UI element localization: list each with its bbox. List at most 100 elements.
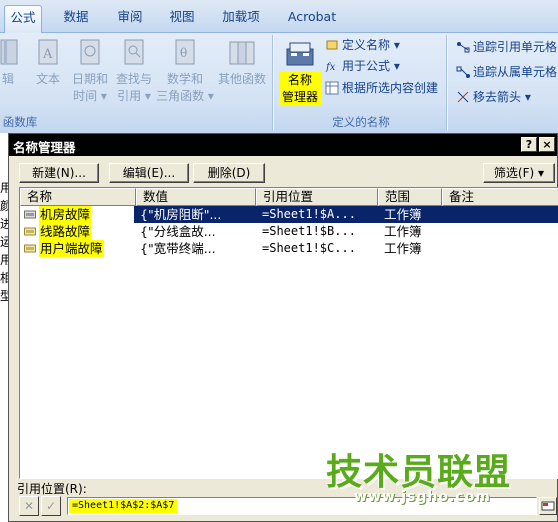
filter-button[interactable]: 筛选(F) ▾ — [483, 163, 555, 183]
remove-arrows-icon — [457, 91, 469, 103]
scope-cell: 工作簿 — [384, 241, 422, 256]
watermark-logo-text: 技术员联盟 — [326, 452, 512, 493]
tab-addins[interactable]: 加载项 — [214, 5, 268, 33]
refers-to-cell: =Sheet1!$B... — [262, 224, 356, 238]
function-library-group-label: 函数库 — [2, 115, 38, 129]
group-separator — [446, 35, 447, 131]
value-cell: {"宽带终端... — [140, 241, 216, 256]
watermark-url: www.jsgho.com — [354, 489, 491, 505]
column-header-comment[interactable]: 备注 — [442, 188, 558, 206]
datetime-functions-button[interactable]: 日期和 时间 ▾ — [66, 37, 114, 111]
svg-text:θ: θ — [180, 46, 187, 60]
math-book-icon: θ — [175, 39, 195, 65]
tab-review[interactable]: 审阅 — [110, 5, 150, 33]
datetime-label-1: 日期和 — [71, 72, 108, 86]
name-cell: 用户端故障 — [39, 240, 104, 257]
filter-label: 筛选(F) — [493, 166, 535, 180]
lookup-label-1: 查找与 — [115, 72, 152, 86]
trace-precedents-icon — [457, 42, 470, 53]
dialog-title: 名称管理器 — [13, 140, 76, 155]
commit-edit-button[interactable]: ✓ — [41, 496, 61, 516]
trace-precedents-button[interactable]: 追踪引用单元格 — [456, 37, 557, 57]
name-tag-icon — [24, 210, 36, 219]
trace-dependents-icon — [456, 66, 470, 78]
defined-names-group-label: 定义的名称 — [332, 115, 390, 129]
lookup-label-2: 引用 ▾ — [117, 89, 151, 103]
table-row[interactable]: 机房故障 {"机房阻断"... =Sheet1!$A... 工作簿 — [20, 206, 558, 223]
scope-cell: 工作簿 — [384, 224, 422, 239]
tab-view[interactable]: 视图 — [162, 5, 202, 33]
refers-to-cell: =Sheet1!$C... — [262, 241, 356, 255]
table-row[interactable]: 线路故障 {"分线盒故... =Sheet1!$B... 工作簿 — [20, 223, 558, 240]
help-button[interactable]: ? — [521, 137, 537, 152]
more-functions-label: 其他函数 — [217, 72, 266, 86]
comment-cell — [448, 223, 556, 240]
define-name-button[interactable]: 定义名称 ▾ — [325, 35, 400, 55]
remove-arrows-label: 移去箭头 — [473, 90, 522, 104]
lookup-functions-button[interactable]: 查找与 引用 ▾ — [110, 37, 158, 111]
value-cell: {"分线盒故... — [140, 224, 216, 239]
name-manager-label-1: 名称 — [287, 73, 312, 87]
name-manager-icon — [286, 42, 314, 66]
value-cell: {"机房阻断"... — [140, 207, 222, 222]
refers-to-value: =Sheet1!$A$2:$A$7 — [69, 499, 178, 513]
scope-cell: 工作簿 — [384, 207, 422, 222]
text-functions-button[interactable]: A 文本 — [26, 37, 70, 111]
more-functions-button[interactable]: 其他函数 — [214, 37, 270, 111]
column-header-scope[interactable]: 范围 — [378, 188, 442, 206]
refers-to-label: 引用位置(R): — [17, 482, 87, 496]
create-from-selection-button[interactable]: 根据所选内容创建 — [325, 78, 438, 98]
ribbon-panel: 辑 A 文本 日期和 时间 ▾ 查找与 引用 ▾ θ 数学和 三角函数 ▾ 其他… — [0, 33, 558, 133]
column-header-name[interactable]: 名称 — [20, 188, 136, 206]
logical-book-icon — [0, 39, 18, 65]
datetime-book-icon — [80, 39, 100, 65]
math-label-1: 数学和 — [166, 72, 203, 86]
name-cell: 线路故障 — [39, 223, 92, 240]
trace-dependents-button[interactable]: 追踪从属单元格 — [456, 62, 557, 82]
trace-precedents-label: 追踪引用单元格 — [473, 40, 558, 54]
dialog-titlebar[interactable]: 名称管理器 ? × — [9, 134, 557, 156]
new-button[interactable]: 新建(N)... — [19, 163, 99, 183]
name-tag-icon — [24, 244, 36, 253]
x-icon: ✕ — [23, 499, 35, 513]
column-header-value[interactable]: 数值 — [136, 188, 256, 206]
comment-cell — [448, 240, 556, 257]
name-manager-label-2: 管理器 — [281, 90, 318, 104]
list-header: 名称 数值 引用位置 范围 备注 — [20, 188, 558, 206]
names-list[interactable]: 名称 数值 引用位置 范围 备注 机房故障 {"机房阻断"... =Sheet1… — [19, 187, 558, 479]
cancel-edit-button[interactable]: ✕ — [19, 496, 39, 516]
collapse-dialog-button[interactable] — [539, 497, 557, 515]
text-label: 文本 — [35, 72, 60, 86]
chevron-down-icon: ▾ — [538, 166, 545, 180]
fx-icon: fx — [325, 62, 336, 73]
edit-button[interactable]: 编辑(E)... — [109, 163, 189, 183]
svg-text:A: A — [42, 47, 53, 62]
delete-button[interactable]: 删除(D) — [193, 163, 265, 183]
svg-text:fx: fx — [325, 62, 336, 73]
tab-acrobat[interactable]: Acrobat — [280, 5, 344, 33]
remove-arrows-button[interactable]: 移去箭头 ▾ — [456, 87, 531, 107]
comment-cell — [448, 206, 556, 223]
range-select-icon — [541, 501, 555, 511]
table-row[interactable]: 用户端故障 {"宽带终端... =Sheet1!$C... 工作簿 — [20, 240, 558, 257]
refers-to-cell: =Sheet1!$A... — [262, 207, 356, 221]
lookup-book-icon — [124, 39, 144, 65]
grid-icon — [325, 81, 339, 95]
group-separator — [272, 35, 273, 131]
ribbon-tab-bar: 公式 数据 审阅 视图 加载项 Acrobat — [0, 0, 558, 33]
trace-dependents-label: 追踪从属单元格 — [473, 65, 558, 79]
name-cell: 机房故障 — [39, 206, 92, 223]
name-tag-icon — [24, 227, 36, 236]
math-functions-button[interactable]: θ 数学和 三角函数 ▾ — [156, 37, 214, 111]
column-header-refers-to[interactable]: 引用位置 — [256, 188, 378, 206]
create-from-selection-label: 根据所选内容创建 — [342, 81, 439, 95]
datetime-label-2: 时间 ▾ — [73, 89, 107, 103]
tab-data[interactable]: 数据 — [56, 5, 96, 33]
use-in-formula-button[interactable]: fx 用于公式 ▾ — [325, 56, 400, 76]
math-label-2: 三角函数 ▾ — [156, 89, 214, 103]
define-name-label: 定义名称 — [342, 38, 391, 52]
tab-formulas[interactable]: 公式 — [4, 5, 42, 33]
close-button[interactable]: × — [539, 137, 555, 152]
name-manager-button[interactable]: 名称 管理器 — [279, 72, 321, 106]
more-books-icon — [229, 41, 255, 65]
